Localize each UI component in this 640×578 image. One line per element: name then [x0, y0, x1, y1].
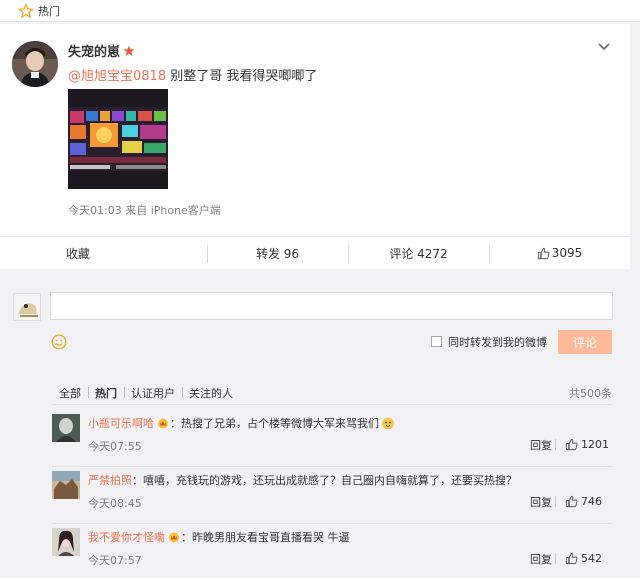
avatar[interactable]	[52, 414, 80, 442]
mention-link[interactable]: @旭旭宝宝0818	[68, 69, 166, 84]
emoji-picker-icon[interactable]	[51, 334, 67, 350]
comment-like-button[interactable]: 1201	[565, 438, 609, 451]
reply-button[interactable]: 回复	[530, 551, 552, 567]
thumbs-up-icon	[565, 495, 578, 508]
comment-time: 今天07:57	[88, 554, 142, 567]
comment-like-count: 1201	[581, 438, 609, 451]
repost-button[interactable]: 转发 96	[207, 237, 348, 269]
comment-author[interactable]: 我不爱你才怪嘞	[88, 529, 165, 545]
my-avatar[interactable]	[13, 293, 41, 321]
comment-text: ：嘻嘻，充钱玩的游戏，还玩出成就感了？自己圈内自嗨就算了，还要买热搜？	[132, 474, 517, 487]
comment-filters: 全部 热门 认证用户 关注的人 共500条	[52, 385, 612, 405]
verified-star-icon	[123, 45, 135, 56]
repost-checkbox[interactable]	[431, 336, 442, 347]
comment-like-count: 542	[581, 552, 602, 565]
repost-label: 同时转发到我的微博	[448, 336, 547, 349]
comment-like-button[interactable]: 746	[565, 495, 602, 508]
avatar[interactable]	[52, 471, 80, 499]
divider	[555, 439, 556, 450]
avatar[interactable]	[52, 528, 80, 556]
star-icon[interactable]	[18, 2, 34, 19]
reply-button[interactable]: 回复	[530, 494, 552, 510]
chevron-down-icon[interactable]	[597, 42, 611, 52]
comment-text: ：热搜了兄弟，占个楼等微博大军来骂我们	[170, 417, 379, 430]
hot-topbar: 热门	[0, 0, 640, 22]
filter-all[interactable]: 全部	[52, 385, 88, 401]
comment-like-button[interactable]: 542	[565, 552, 602, 565]
comment-total: 共500条	[569, 387, 612, 400]
comment-input[interactable]	[50, 292, 613, 320]
submit-comment-button[interactable]: 评论	[558, 330, 612, 354]
crown-badge-icon	[169, 532, 179, 543]
crown-badge-icon	[158, 418, 168, 429]
post-image[interactable]	[68, 89, 168, 189]
thumbs-up-icon	[537, 247, 550, 259]
comment-author[interactable]: 严禁拍照	[88, 472, 132, 488]
comment-text: ：昨晚男朋友看宝哥直播看哭 牛逼	[181, 531, 350, 544]
divider	[555, 496, 556, 507]
like-button[interactable]: 3095	[489, 237, 630, 269]
comment-row: 严禁拍照 ：嘻嘻，充钱玩的游戏，还玩出成就感了？自己圈内自嗨就算了，还要买热搜？…	[52, 467, 612, 524]
favorite-button[interactable]: 收藏	[0, 237, 207, 269]
reply-button[interactable]: 回复	[530, 437, 552, 453]
post-username[interactable]: 失宠的崽	[68, 41, 135, 60]
post-meta: 今天01:03 来自 iPhone客户端	[68, 202, 221, 218]
thumbs-up-icon	[565, 438, 578, 451]
filter-hot[interactable]: 热门	[88, 385, 124, 401]
comment-row: 我不爱你才怪嘞 ：昨晚男朋友看宝哥直播看哭 牛逼 今天07:57 回复 542	[52, 524, 612, 578]
avatar[interactable]	[12, 41, 58, 87]
comment-time: 今天08:45	[88, 497, 142, 510]
filter-following[interactable]: 关注的人	[182, 385, 240, 401]
comment-button[interactable]: 评论 4272	[348, 237, 489, 269]
comments-section: 同时转发到我的微博 评论 全部 热门 认证用户 关注的人 共500条 小瓶可乐啊…	[0, 277, 630, 578]
post-text: @旭旭宝宝0818 别整了哥 我看得哭唧唧了	[68, 69, 318, 84]
post-source: 来自 iPhone客户端	[125, 204, 221, 217]
filter-verified[interactable]: 认证用户	[124, 385, 182, 401]
post-time[interactable]: 今天01:03	[68, 204, 122, 217]
comment-like-count: 746	[581, 495, 602, 508]
topbar-label: 热门	[38, 4, 60, 18]
post-actions: 收藏 转发 96 评论 4272 3095	[0, 236, 630, 269]
comment-row: 小瓶可乐啊哈 ：热搜了兄弟，占个楼等微博大军来骂我们 今天07:55 回复 12…	[52, 410, 612, 467]
comment-time: 今天07:55	[88, 440, 142, 453]
comment-author[interactable]: 小瓶可乐啊哈	[88, 415, 154, 431]
like-count: 3095	[551, 246, 583, 260]
post-card: 失宠的崽 @旭旭宝宝0818 别整了哥 我看得哭唧唧了 今天01:03 来自 i…	[0, 24, 630, 269]
divider	[555, 553, 556, 564]
thumbs-up-icon	[565, 552, 578, 565]
doge-emoji-icon	[382, 417, 394, 430]
